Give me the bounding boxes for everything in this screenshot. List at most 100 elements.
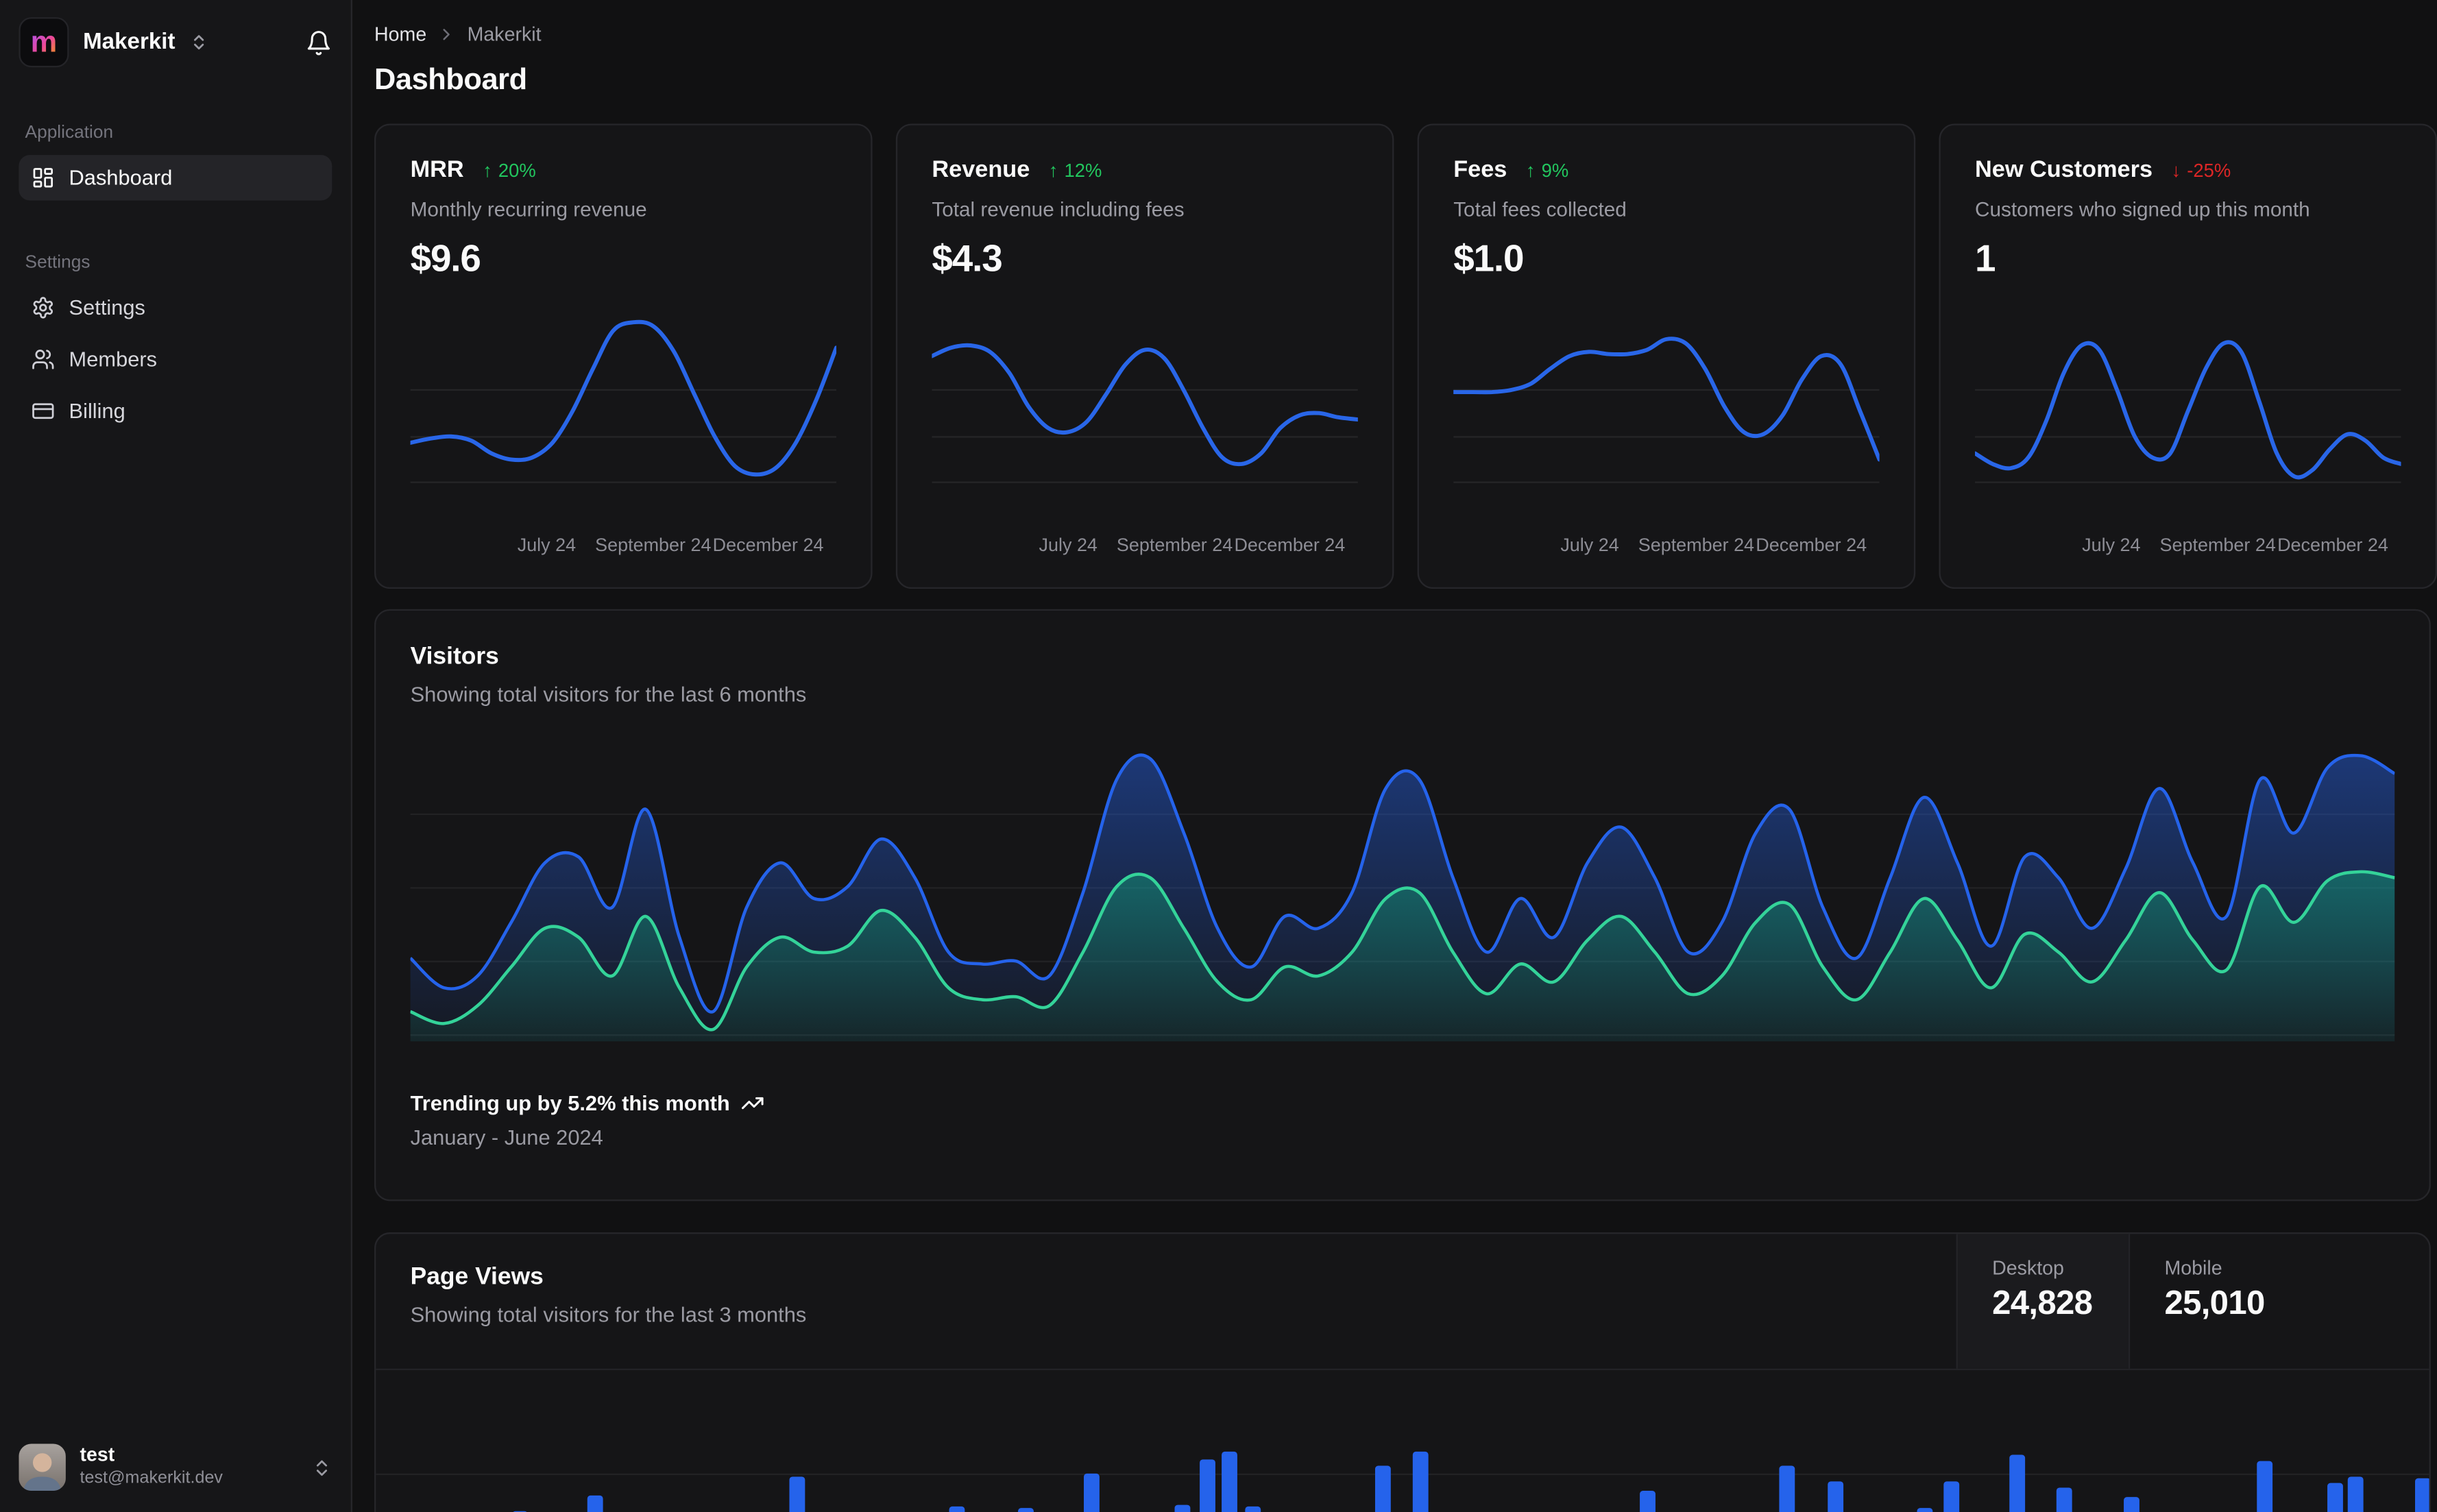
bell-icon[interactable] — [306, 29, 332, 56]
chevrons-up-down-icon — [189, 33, 208, 51]
user-email: test@makerkit.dev — [80, 1468, 223, 1488]
page-views-bar — [1917, 1508, 1933, 1512]
trend-badge: ↑ 20% — [483, 160, 536, 182]
axis-tick: September 24 — [1116, 534, 1233, 557]
user-avatar — [19, 1443, 66, 1491]
axis-tick: December 24 — [1756, 534, 1867, 557]
page-views-bar — [2056, 1487, 2072, 1512]
sidebar-item-billing[interactable]: Billing — [19, 389, 332, 434]
page-views-bar — [1084, 1473, 1100, 1512]
axis-tick: July 24 — [517, 534, 577, 557]
page-views-bar — [1245, 1506, 1261, 1512]
page-views-bar — [2257, 1461, 2273, 1512]
sidebar-item-settings[interactable]: Settings — [19, 285, 332, 330]
makerkit-logo-icon: m — [19, 17, 69, 68]
sparkline-axis: July 24 September 24 December 24 — [411, 534, 836, 565]
stat-card-revenue: Revenue ↑ 12% Total revenue including fee… — [895, 123, 1394, 589]
page-views-bar — [1174, 1504, 1191, 1512]
axis-tick: July 24 — [2082, 534, 2141, 557]
stat-title: New Customers — [1975, 156, 2153, 184]
credit-card-icon — [32, 400, 55, 423]
axis-tick: July 24 — [1560, 534, 1619, 557]
sidebar-item-dashboard[interactable]: Dashboard — [19, 155, 332, 201]
page-views-bar — [1200, 1459, 1215, 1512]
stat-card-mrr: MRR ↑ 20% Monthly recurring revenue $9.6 … — [374, 123, 873, 589]
page-views-bar — [1018, 1508, 1034, 1512]
breadcrumb-current: Makerkit — [467, 23, 542, 46]
page-views-title: Page Views — [410, 1263, 544, 1291]
page-views-bar — [1640, 1491, 1656, 1512]
page-views-card: Page Views Showing total visitors for th… — [374, 1232, 2431, 1512]
desktop-value: 24,828 — [1992, 1284, 2093, 1322]
page-views-bar — [789, 1476, 805, 1512]
main-content: Home Makerkit Dashboard MRR ↑ 20% Monthly… — [351, 0, 2437, 1512]
page-views-bar — [949, 1506, 965, 1512]
org-switcher[interactable]: m Makerkit — [0, 0, 351, 83]
stat-subtitle: Total fees collected — [1453, 197, 1627, 221]
mrr-sparkline-chart — [408, 319, 838, 483]
user-name: test — [80, 1444, 115, 1467]
trend-arrow-icon: ↑ — [1525, 160, 1536, 182]
page-views-bar — [1779, 1465, 1795, 1512]
stats-row: MRR ↑ 20% Monthly recurring revenue $9.6 … — [374, 123, 2437, 589]
visitors-area-chart — [410, 753, 2395, 1042]
trend-badge: ↑ 9% — [1526, 160, 1568, 182]
axis-tick: December 24 — [712, 534, 824, 557]
sidebar-item-label: Billing — [69, 399, 125, 423]
desktop-label: Desktop — [1992, 1257, 2064, 1280]
page-views-bar — [1828, 1481, 1844, 1512]
sidebar-item-members[interactable]: Members — [19, 337, 332, 382]
axis-tick: July 24 — [1039, 534, 1098, 557]
stat-subtitle: Customers who signed up this month — [1975, 197, 2310, 221]
page-views-bar — [1374, 1465, 1391, 1512]
trend-value: 9% — [1541, 160, 1569, 182]
desktop-toggle[interactable]: Desktop 24,828 — [1956, 1234, 2129, 1369]
chevron-right-icon — [437, 25, 456, 44]
page-views-bar — [1412, 1451, 1429, 1512]
sparkline-axis: July 24 September 24 December 24 — [1453, 534, 1879, 565]
revenue-sparkline-chart — [930, 343, 1360, 483]
sidebar: m Makerkit Application Dashboard Setting… — [0, 0, 353, 1512]
page-views-bar — [2124, 1497, 2139, 1512]
app-window: m Makerkit Application Dashboard Setting… — [0, 0, 2437, 1512]
stat-subtitle: Monthly recurring revenue — [410, 197, 647, 221]
visitors-subtitle: Showing total visitors for the last 6 mo… — [410, 683, 807, 707]
page-views-header: Page Views Showing total visitors for th… — [376, 1234, 2429, 1371]
layout-dashboard-icon — [32, 166, 55, 189]
sidebar-item-label: Dashboard — [69, 166, 173, 190]
stat-value: 1 — [1975, 238, 1996, 280]
sparkline-axis: July 24 September 24 December 24 — [932, 534, 1357, 565]
axis-tick: September 24 — [595, 534, 712, 557]
page-title: Dashboard — [374, 64, 527, 97]
trend-value: 12% — [1064, 160, 1102, 182]
nav-section-label: Settings — [25, 254, 90, 273]
trend-arrow-icon: ↑ — [1048, 160, 1058, 182]
trend-arrow-icon: ↓ — [2171, 160, 2181, 182]
sidebar-item-label: Settings — [69, 295, 145, 320]
page-views-bar — [1943, 1481, 1960, 1512]
stat-value: $9.6 — [410, 238, 481, 280]
stat-card-fees: Fees ↑ 9% Total fees collected $1.0 July … — [1417, 123, 1916, 589]
stat-title: Revenue — [932, 156, 1030, 184]
page-views-bar — [1222, 1451, 1237, 1512]
visitors-title: Visitors — [410, 644, 499, 670]
axis-tick: September 24 — [2159, 534, 2276, 557]
gridline — [376, 1473, 2429, 1476]
axis-tick: December 24 — [2277, 534, 2388, 557]
nav-section-label: Application — [25, 123, 114, 143]
user-menu[interactable]: test test@makerkit.dev — [0, 1425, 351, 1512]
visitors-period: January - June 2024 — [410, 1125, 603, 1149]
chevrons-up-down-icon — [312, 1457, 332, 1478]
stat-value: $4.3 — [932, 238, 1002, 280]
mobile-label: Mobile — [2164, 1257, 2222, 1280]
breadcrumb-home-link[interactable]: Home — [374, 23, 426, 45]
page-views-bar — [2347, 1476, 2364, 1512]
stat-title: MRR — [410, 156, 464, 184]
mobile-value: 25,010 — [2164, 1284, 2265, 1322]
trend-value: 20% — [498, 160, 536, 182]
fees-sparkline-chart — [1451, 337, 1882, 483]
users-icon — [32, 347, 55, 371]
mobile-toggle[interactable]: Mobile 25,010 — [2128, 1234, 2429, 1369]
sidebar-nav: Application Dashboard Settings Settings … — [0, 83, 351, 1425]
visitors-card: Visitors Showing total visitors for the … — [374, 609, 2431, 1202]
